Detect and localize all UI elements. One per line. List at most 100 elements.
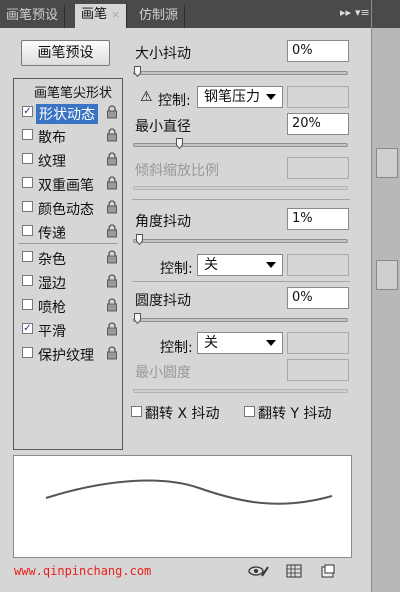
angle-control-select[interactable]: 关 [197, 254, 283, 276]
brush-stroke-preview [13, 455, 352, 558]
divider [132, 281, 350, 282]
tab-clone-source[interactable]: 仿制源 [133, 5, 186, 28]
grid-panel-icon[interactable] [286, 564, 302, 578]
panel-menu-icon[interactable]: ▾≡ [355, 6, 370, 19]
checkbox-checked[interactable]: ✓ [22, 106, 33, 117]
tab-label: 画笔 [81, 7, 108, 22]
tab-label: 画笔预设 [6, 8, 59, 23]
min-diameter-slider[interactable] [133, 138, 348, 149]
lock-icon[interactable] [106, 322, 118, 336]
min-roundness-label: 最小圆度 [135, 365, 191, 381]
new-preset-icon[interactable] [320, 564, 336, 578]
angle-jitter-input[interactable]: 1% [287, 208, 349, 230]
brush-option-label: 保护纹理 [38, 348, 94, 364]
roundness-control-select[interactable]: 关 [197, 332, 283, 354]
brush-option-label: 平滑 [38, 324, 66, 340]
watermark-text: www.qinpinchang.com [14, 564, 152, 578]
checkbox-unchecked[interactable] [22, 347, 33, 358]
size-control-value-field [287, 86, 349, 108]
roundness-jitter-input[interactable]: 0% [287, 287, 349, 309]
checkbox-unchecked[interactable] [22, 251, 33, 262]
brush-option-item[interactable]: 湿边 [20, 271, 120, 293]
slider-thumb[interactable] [134, 313, 141, 324]
tilt-scale-slider [133, 186, 348, 190]
checkbox-unchecked[interactable] [22, 275, 33, 286]
lock-icon[interactable] [106, 274, 118, 288]
lock-icon[interactable] [106, 298, 118, 312]
min-roundness-input [287, 359, 349, 381]
brush-option-item[interactable]: 传递 [20, 221, 120, 243]
brush-option-label: 散布 [38, 130, 66, 146]
checkbox-unchecked[interactable] [22, 153, 33, 164]
size-control-label: 控制: [158, 93, 191, 109]
checkbox-box [244, 406, 255, 417]
side-dock [372, 0, 400, 592]
size-jitter-slider[interactable] [133, 66, 348, 77]
brush-option-item[interactable]: 保护纹理 [20, 343, 120, 365]
angle-jitter-label: 角度抖动 [135, 214, 191, 230]
brush-option-item[interactable]: ✓ 平滑 [20, 319, 120, 341]
flip-x-checkbox[interactable]: 翻转 X 抖动 [131, 403, 246, 422]
brush-option-item[interactable]: 散布 [20, 125, 120, 147]
lock-icon[interactable] [106, 250, 118, 264]
lock-icon[interactable] [106, 224, 118, 238]
divider [132, 199, 350, 200]
lock-icon[interactable] [106, 105, 118, 119]
size-jitter-label: 大小抖动 [135, 46, 191, 62]
brush-tip-shape-item[interactable]: 画笔笔尖形状 [34, 82, 112, 101]
brush-option-item[interactable]: 杂色 [20, 247, 120, 269]
checkbox-checked[interactable]: ✓ [22, 323, 33, 334]
collapse-icon[interactable]: ▸▸ [340, 6, 351, 19]
size-jitter-input[interactable]: 0% [287, 40, 349, 62]
brush-option-item[interactable]: 颜色动态 [20, 197, 120, 219]
lock-icon[interactable] [106, 176, 118, 190]
tilt-scale-input [287, 157, 349, 179]
brush-presets-button[interactable]: 画笔预设 [21, 40, 110, 66]
tab-brush-presets[interactable]: 画笔预设 [0, 5, 66, 28]
close-icon[interactable]: × [111, 8, 120, 21]
slider-thumb[interactable] [175, 138, 183, 149]
lock-icon[interactable] [106, 346, 118, 360]
brush-option-item[interactable]: ✓ 形状动态 [20, 102, 120, 124]
roundness-control-value-field [287, 332, 349, 354]
checkbox-unchecked[interactable] [22, 177, 33, 188]
brush-option-item[interactable]: 双重画笔 [20, 173, 120, 195]
slider-thumb[interactable] [136, 234, 144, 245]
dock-button[interactable] [376, 148, 398, 178]
roundness-jitter-label: 圆度抖动 [135, 293, 191, 309]
min-diameter-label: 最小直径 [135, 119, 191, 135]
min-diameter-input[interactable]: 20% [287, 113, 349, 135]
flip-y-checkbox[interactable]: 翻转 Y 抖动 [244, 403, 359, 422]
checkbox-unchecked[interactable] [22, 201, 33, 212]
min-roundness-slider [133, 389, 348, 393]
lock-icon[interactable] [106, 152, 118, 166]
toggle-live-tip-preview-icon[interactable] [248, 564, 270, 578]
chevron-down-icon [266, 340, 276, 346]
chevron-down-icon [266, 262, 276, 268]
lock-icon[interactable] [106, 200, 118, 214]
size-control-select[interactable]: 钢笔压力 [197, 86, 283, 108]
angle-jitter-slider[interactable] [133, 234, 348, 245]
checkbox-unchecked[interactable] [22, 225, 33, 236]
chevron-down-icon [266, 94, 276, 100]
select-value: 关 [204, 257, 218, 273]
brush-options-list: 画笔笔尖形状 ✓ 形状动态 散布 纹理 双重画笔 颜色动态 传递 杂色 湿边 喷枪 ✓ 平滑 保护纹理 [13, 78, 123, 450]
brush-option-label: 湿边 [38, 276, 66, 292]
dock-button[interactable] [376, 260, 398, 290]
checkbox-unchecked[interactable] [22, 299, 33, 310]
list-divider [18, 243, 118, 244]
flip-x-label: 翻转 X 抖动 [145, 406, 220, 422]
checkbox-unchecked[interactable] [22, 129, 33, 140]
brush-option-label: 形状动态 [36, 104, 98, 124]
brush-option-label: 喷枪 [38, 300, 66, 316]
brush-option-item[interactable]: 喷枪 [20, 295, 120, 317]
slider-thumb[interactable] [134, 66, 141, 77]
lock-icon[interactable] [106, 128, 118, 142]
checkbox-box [131, 406, 142, 417]
brush-panel: 画笔预设 画笔 × 仿制源 ▸▸ ▾≡ 画笔预设 画笔笔尖形状 ✓ 形状动态 散布 纹理… [0, 0, 372, 592]
roundness-jitter-slider[interactable] [133, 313, 348, 324]
brush-option-item[interactable]: 纹理 [20, 149, 120, 171]
tab-brush[interactable]: 画笔 × [75, 4, 128, 28]
select-value: 关 [204, 335, 218, 351]
tab-label: 仿制源 [139, 8, 179, 23]
